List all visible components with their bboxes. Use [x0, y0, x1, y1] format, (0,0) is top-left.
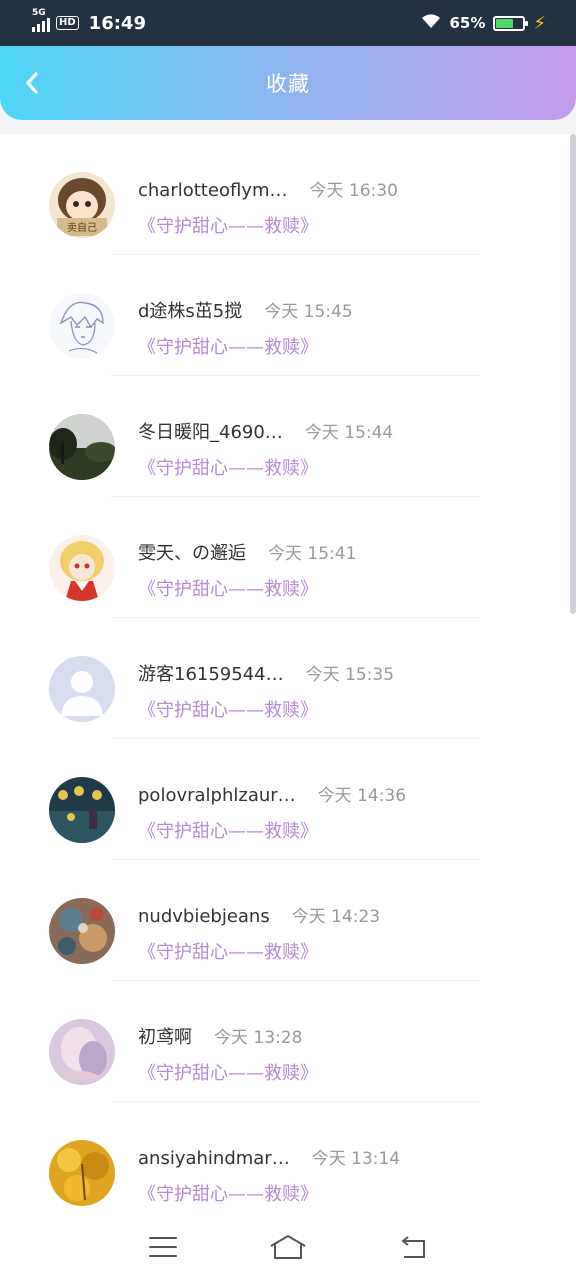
- timestamp: 今天 15:45: [264, 302, 353, 322]
- avatar[interactable]: [49, 777, 115, 843]
- hd-icon: HD: [56, 16, 79, 30]
- status-time: 16:49: [88, 12, 146, 34]
- list-item[interactable]: 游客16159544… 今天 15:35 《守护甜心——救赎》: [0, 618, 576, 739]
- item-header: charlotteoflym… 今天 16:30: [138, 176, 398, 201]
- user-name[interactable]: 雯天、の邂逅: [138, 539, 246, 565]
- home-button[interactable]: [268, 1232, 308, 1262]
- avatar[interactable]: [49, 293, 115, 359]
- item-header: 初鸢啊 今天 13:28: [138, 1023, 302, 1049]
- chevron-left-icon: [26, 72, 38, 94]
- timestamp: 今天 13:28: [214, 1028, 303, 1048]
- user-name[interactable]: d途株s茁5搅: [138, 297, 242, 323]
- default-user-avatar[interactable]: [49, 656, 115, 722]
- battery-icon: [493, 15, 529, 31]
- user-name[interactable]: nudvbiebjeans: [138, 906, 270, 927]
- item-header: nudvbiebjeans 今天 14:23: [138, 902, 380, 927]
- timestamp: 今天 15:35: [305, 665, 395, 685]
- book-title[interactable]: 《守护甜心——救赎》: [138, 938, 318, 964]
- status-right: 65% ⚡: [421, 13, 546, 34]
- list-item[interactable]: 雯天、の邂逅 今天 15:41 《守护甜心——救赎》: [0, 497, 576, 618]
- user-name[interactable]: 游客16159544…: [138, 660, 284, 686]
- item-header: 冬日暖阳_4690… 今天 15:44: [138, 418, 393, 444]
- list-item[interactable]: 初鸢啊 今天 13:28 《守护甜心——救赎》: [0, 981, 576, 1102]
- menu-icon: [148, 1237, 177, 1257]
- list-item[interactable]: polovralphlzaur… 今天 14:36 《守护甜心——救赎》: [0, 739, 576, 860]
- charging-icon: ⚡: [533, 12, 546, 34]
- battery-percent: 65%: [449, 14, 486, 32]
- item-header: 游客16159544… 今天 15:35: [138, 660, 394, 686]
- timestamp: 今天 16:30: [309, 181, 398, 201]
- book-title[interactable]: 《守护甜心——救赎》: [138, 817, 318, 843]
- timestamp: 今天 15:44: [304, 423, 394, 443]
- wifi-icon: [421, 13, 441, 34]
- avatar[interactable]: [49, 414, 115, 480]
- status-bar: 5G HD 16:49 65% ⚡: [0, 0, 576, 46]
- avatar[interactable]: [49, 1019, 115, 1085]
- user-name[interactable]: 初鸢啊: [138, 1023, 192, 1049]
- book-title[interactable]: 《守护甜心——救赎》: [138, 575, 318, 601]
- item-header: 雯天、の邂逅 今天 15:41: [138, 539, 356, 565]
- timestamp: 今天 13:14: [311, 1149, 401, 1169]
- header: 收藏: [0, 46, 576, 120]
- book-title[interactable]: 《守护甜心——救赎》: [138, 212, 318, 238]
- back-nav-button[interactable]: [393, 1232, 433, 1262]
- user-name[interactable]: 冬日暖阳_4690…: [138, 418, 283, 444]
- book-title[interactable]: 《守护甜心——救赎》: [138, 454, 318, 480]
- network-type: 5G: [32, 8, 46, 18]
- timestamp: 今天 14:23: [291, 907, 381, 927]
- timestamp: 今天 15:41: [268, 544, 357, 564]
- user-name[interactable]: charlotteoflym…: [138, 180, 287, 201]
- system-nav-bar: [0, 1214, 576, 1280]
- avatar[interactable]: [49, 898, 115, 964]
- favorites-list[interactable]: 卖自己 charlotteoflym… 今天 16:30 《守护甜心——救赎》 …: [0, 134, 576, 1214]
- list-item[interactable]: ansiyahindmar… 今天 13:14 《守护甜心——救赎》: [0, 1102, 576, 1214]
- menu-button[interactable]: [143, 1232, 183, 1262]
- return-icon: [401, 1236, 426, 1258]
- svg-text:卖自己: 卖自己: [67, 221, 97, 234]
- list-item[interactable]: 卖自己 charlotteoflym… 今天 16:30 《守护甜心——救赎》: [0, 134, 576, 255]
- avatar[interactable]: 卖自己: [49, 172, 115, 238]
- avatar[interactable]: [49, 1140, 115, 1206]
- book-title[interactable]: 《守护甜心——救赎》: [138, 1059, 318, 1085]
- user-name[interactable]: polovralphlzaur…: [138, 785, 296, 806]
- home-icon: [270, 1235, 306, 1259]
- status-left: 5G HD 16:49: [32, 8, 146, 34]
- item-header: polovralphlzaur… 今天 14:36: [138, 781, 406, 806]
- list-item[interactable]: nudvbiebjeans 今天 14:23 《守护甜心——救赎》: [0, 860, 576, 981]
- book-title[interactable]: 《守护甜心——救赎》: [138, 333, 318, 359]
- book-title[interactable]: 《守护甜心——救赎》: [138, 696, 318, 722]
- user-name[interactable]: ansiyahindmar…: [138, 1148, 290, 1169]
- item-header: ansiyahindmar… 今天 13:14: [138, 1144, 400, 1169]
- item-header: d途株s茁5搅 今天 15:45: [138, 297, 353, 323]
- avatar[interactable]: [49, 535, 115, 601]
- page-title: 收藏: [266, 72, 310, 96]
- timestamp: 今天 14:36: [317, 786, 407, 806]
- book-title[interactable]: 《守护甜心——救赎》: [138, 1180, 318, 1206]
- list-item[interactable]: 冬日暖阳_4690… 今天 15:44 《守护甜心——救赎》: [0, 376, 576, 497]
- signal-icon: 5G: [32, 8, 50, 32]
- list-item[interactable]: d途株s茁5搅 今天 15:45 《守护甜心——救赎》: [0, 255, 576, 376]
- back-button[interactable]: [18, 68, 46, 98]
